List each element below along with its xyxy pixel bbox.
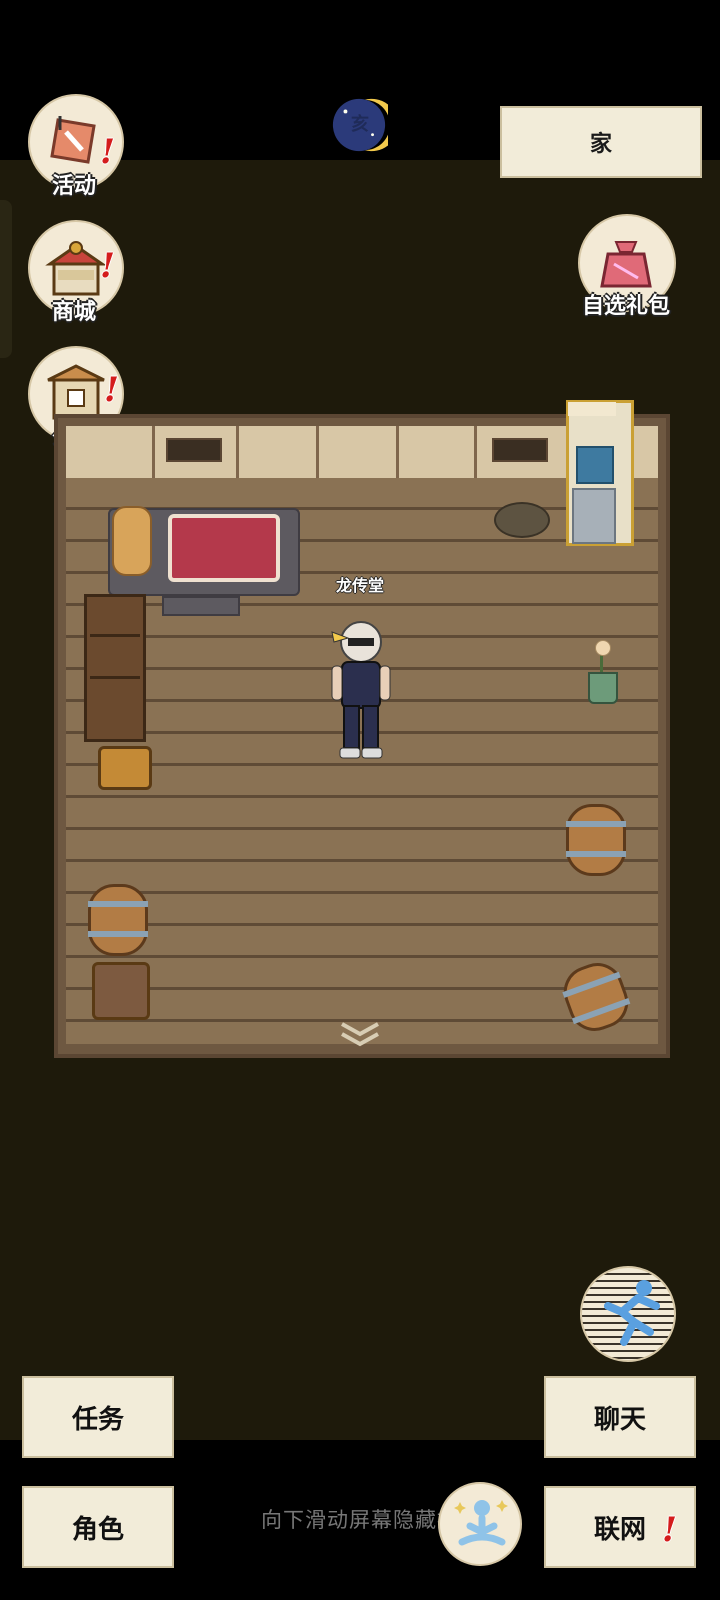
shop-stall-icon (45, 241, 107, 296)
wall-beam (474, 426, 477, 478)
wall-beam (316, 426, 319, 478)
role-button[interactable]: 角色 (22, 1486, 174, 1568)
shop-button[interactable]: ! 商城 (24, 220, 124, 325)
chevron-down-icon[interactable] (336, 1018, 384, 1050)
gift-pack-button[interactable]: 自选礼包 (576, 214, 676, 319)
shelf-board (90, 634, 140, 637)
online-label: 联网 (593, 1514, 646, 1545)
location-title: 家 (500, 106, 702, 178)
player-character[interactable] (326, 616, 396, 766)
blanket (168, 514, 280, 582)
bed-step (162, 596, 240, 616)
plant-flower (595, 640, 611, 656)
gift-bag-icon (600, 241, 652, 288)
events-button[interactable]: ! 活动 (24, 94, 124, 199)
events-label: 活动 (51, 174, 96, 199)
notice-alert-badge: ! (104, 370, 119, 410)
meditate-button[interactable] (438, 1482, 522, 1566)
chat-button[interactable]: 聊天 (544, 1376, 696, 1458)
storage-chest[interactable] (92, 962, 150, 1020)
shelf-board (90, 676, 140, 679)
shop-alert-badge: ! (100, 246, 115, 286)
pillow (112, 506, 152, 576)
atm-panel (572, 488, 616, 544)
meditation-icon (454, 1500, 508, 1546)
rope-basket[interactable] (494, 502, 550, 538)
wall-beam (152, 426, 155, 478)
gift-pack-label: 自选礼包 (581, 294, 670, 319)
side-drawer-handle[interactable] (0, 200, 12, 358)
wall-vent (166, 438, 222, 462)
wall-beam (236, 426, 239, 478)
events-alert-badge: ! (100, 132, 115, 172)
barrel[interactable] (566, 804, 626, 876)
potted-plant[interactable] (588, 672, 618, 704)
atm-sign (568, 402, 616, 416)
running-figure-icon (604, 1280, 660, 1346)
bookshelf[interactable] (84, 594, 146, 742)
open-treasure-chest[interactable] (98, 746, 152, 790)
wall-vent (492, 438, 548, 462)
character-name: 龙传堂 (335, 576, 384, 595)
shop-label: 商城 (51, 300, 96, 325)
barrel[interactable] (88, 884, 148, 956)
wall-beam (396, 426, 399, 478)
sprint-button[interactable] (580, 1266, 676, 1362)
time-period-label: 亥 (351, 114, 369, 135)
online-alert-badge: ! (662, 1510, 677, 1550)
banner-icon (50, 116, 96, 164)
atm-screen (576, 446, 614, 484)
task-button[interactable]: 任务 (22, 1376, 174, 1458)
